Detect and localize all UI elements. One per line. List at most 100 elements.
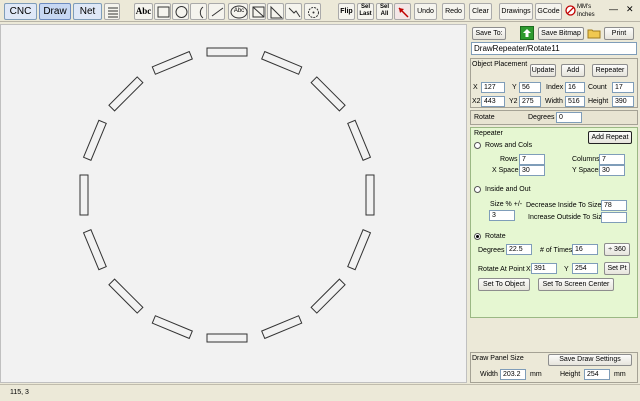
upload-arrow-icon[interactable] — [520, 26, 534, 40]
repeater-title: Repeater — [474, 130, 503, 137]
rows-field[interactable]: 7 — [519, 154, 545, 165]
circle-tool-icon[interactable] — [172, 3, 189, 20]
repeated-rectangle[interactable] — [108, 278, 144, 314]
columns-field[interactable]: 7 — [599, 154, 625, 165]
repeated-rectangle[interactable] — [365, 174, 375, 216]
height-label: Height — [588, 98, 609, 105]
panel-height-unit: mm — [614, 371, 626, 378]
rect-text-tool-icon[interactable] — [249, 3, 266, 20]
height-field[interactable]: 390 — [612, 96, 634, 107]
repeater-button[interactable]: Repeater — [592, 64, 628, 77]
repeated-rectangle[interactable] — [347, 229, 372, 271]
line-tool-icon[interactable] — [208, 3, 225, 20]
divide-360-button[interactable]: ÷ 360 — [604, 243, 630, 256]
rotate-point-x-field[interactable]: 391 — [531, 263, 557, 274]
times-field[interactable]: 16 — [572, 244, 598, 255]
y2-field[interactable]: 275 — [519, 96, 541, 107]
panel-width-label: Width — [480, 371, 498, 378]
panel-width-unit: mm — [530, 371, 542, 378]
print-button[interactable]: Print — [604, 27, 634, 40]
status-bar: 115, 3 — [0, 384, 640, 401]
repeated-rectangle[interactable] — [82, 229, 107, 271]
update-button[interactable]: Update — [530, 64, 556, 77]
folder-icon[interactable] — [587, 26, 601, 40]
undo-button[interactable]: Undo — [414, 3, 437, 20]
select-last-button[interactable]: Sel Last — [357, 3, 374, 20]
repeated-rectangle[interactable] — [261, 50, 303, 75]
units-inches-label: Inches — [577, 12, 595, 18]
y-field[interactable]: 56 — [519, 82, 541, 93]
repeated-rectangle[interactable] — [108, 76, 144, 112]
decrease-inside-label: Decrease Inside To Size % — [526, 202, 610, 209]
x2-field[interactable]: 443 — [481, 96, 505, 107]
set-to-object-button[interactable]: Set To Object — [478, 278, 530, 291]
flip-button[interactable]: Flip — [338, 3, 355, 20]
circle-text-tool-button[interactable]: Abc — [228, 3, 248, 20]
x-field[interactable]: 127 — [481, 82, 505, 93]
close-icon[interactable]: ✕ — [626, 5, 634, 14]
save-bitmap-button[interactable]: Save Bitmap — [538, 27, 584, 40]
tab-cnc[interactable]: CNC — [4, 3, 37, 20]
draw-panel-size-title: Draw Panel Size — [472, 355, 524, 362]
redo-button[interactable]: Redo — [442, 3, 465, 20]
inside-out-label: Inside and Out — [485, 186, 531, 193]
drawings-button[interactable]: Drawings — [499, 3, 533, 20]
panel-width-field[interactable]: 203.2 — [500, 369, 526, 380]
select-all-button[interactable]: Sel All — [376, 3, 393, 20]
save-to-button[interactable]: Save To: — [472, 27, 506, 40]
width-field[interactable]: 516 — [565, 96, 585, 107]
repeated-rectangle[interactable] — [79, 174, 89, 216]
repeated-rectangle[interactable] — [310, 76, 346, 112]
units-toggle[interactable]: MM's Inches — [565, 2, 601, 21]
decrease-inside-field[interactable]: 78 — [601, 200, 627, 211]
save-draw-settings-button[interactable]: Save Draw Settings — [548, 354, 632, 366]
add-repeat-button[interactable]: Add Repeat — [588, 131, 632, 144]
drawing-shapes — [79, 47, 375, 343]
clear-button[interactable]: Clear — [469, 3, 492, 20]
rotate-degrees-field[interactable]: 0 — [556, 112, 582, 123]
add-button[interactable]: Add — [561, 64, 585, 77]
panel-height-field[interactable]: 254 — [584, 369, 610, 380]
rotate-point-label: Rotate At Point — [478, 266, 525, 273]
gcode-button[interactable]: GCode — [535, 3, 562, 20]
tab-draw[interactable]: Draw — [39, 3, 71, 20]
rotate-radio[interactable] — [474, 233, 481, 240]
rotate-degrees-label: Degrees — [528, 114, 555, 121]
index-field[interactable]: 16 — [565, 82, 585, 93]
repeated-rectangle[interactable] — [151, 315, 193, 340]
set-point-button[interactable]: Set Pt — [604, 262, 630, 275]
size-percent-field[interactable]: 3 — [489, 210, 515, 221]
repeated-rectangle[interactable] — [82, 119, 107, 161]
rows-cols-radio[interactable] — [474, 142, 481, 149]
repeated-rectangle[interactable] — [310, 278, 346, 314]
triangle-tool-icon[interactable] — [267, 3, 284, 20]
menu-icon[interactable] — [104, 3, 120, 20]
text-tool-button[interactable]: Abc — [134, 3, 153, 20]
y-spacer-field[interactable]: 30 — [599, 165, 625, 176]
repeated-rectangle[interactable] — [151, 50, 193, 75]
increase-outside-field[interactable] — [601, 212, 627, 223]
rotate-point-x-label: X — [526, 266, 531, 273]
tab-net[interactable]: Net — [73, 3, 102, 20]
polyline-tool-icon[interactable] — [285, 3, 302, 20]
repeated-rectangle[interactable] — [206, 47, 248, 57]
center-point-tool-icon[interactable] — [304, 3, 321, 20]
y-spacer-label: Y Spacer — [572, 167, 601, 174]
rotate-point-y-field[interactable]: 254 — [572, 263, 598, 274]
repeated-rectangle[interactable] — [347, 119, 372, 161]
repeat-degrees-field[interactable]: 22.5 — [506, 244, 532, 255]
inside-out-radio[interactable] — [474, 186, 481, 193]
drawing-canvas[interactable] — [0, 24, 467, 383]
rows-cols-label: Rows and Cols — [485, 142, 533, 149]
set-to-screen-center-button[interactable]: Set To Screen Center — [538, 278, 614, 291]
arc-tool-icon[interactable] — [190, 3, 207, 20]
repeated-rectangle[interactable] — [206, 333, 248, 343]
x-spacer-field[interactable]: 30 — [519, 165, 545, 176]
minimize-icon[interactable]: — — [609, 5, 618, 14]
properties-panel: Save To: Save Bitmap Print DrawRepeater/… — [468, 24, 640, 384]
arrow-pointer-icon[interactable] — [394, 3, 411, 20]
repeated-rectangle[interactable] — [261, 315, 303, 340]
count-field[interactable]: 17 — [612, 82, 634, 93]
rectangle-tool-icon[interactable] — [154, 3, 171, 20]
file-name-field[interactable]: DrawRepeater/Rotate11 — [471, 42, 637, 55]
